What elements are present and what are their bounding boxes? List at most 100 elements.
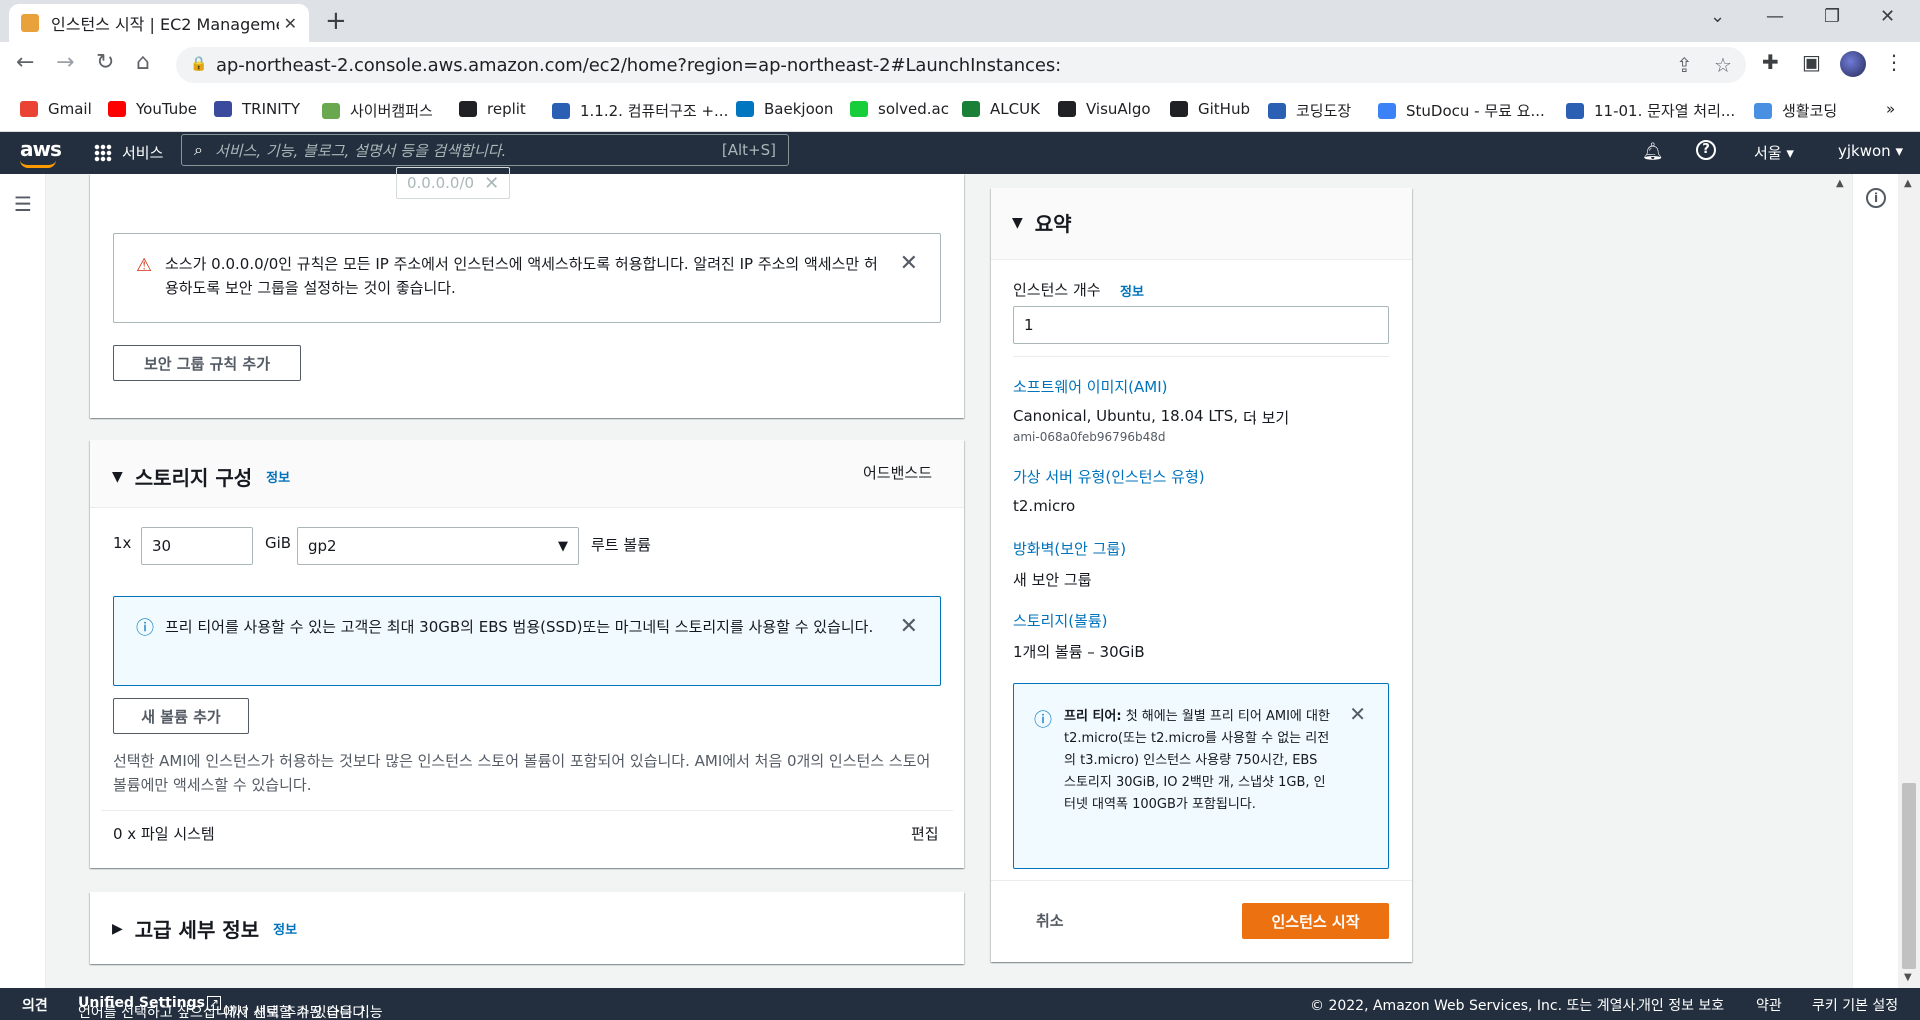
- forward-icon[interactable]: →: [56, 50, 74, 75]
- bookmark-item[interactable]: replit: [459, 100, 526, 118]
- privacy-link[interactable]: 개인 정보 보호: [1638, 995, 1724, 1015]
- notifications-bell-icon[interactable]: 🔔︎: [1642, 142, 1664, 162]
- storage-info-link[interactable]: 정보: [266, 467, 290, 486]
- share-icon[interactable]: ⇪: [1676, 53, 1693, 77]
- instance-count-info-link[interactable]: 정보: [1120, 281, 1144, 300]
- sidepanel-icon[interactable]: ▣: [1802, 50, 1821, 74]
- region-selector[interactable]: 서울 ▾: [1754, 142, 1794, 163]
- volume-type-select[interactable]: gp2 ▼: [297, 527, 579, 565]
- bookmark-item[interactable]: TRINITY: [214, 100, 300, 118]
- extensions-icon[interactable]: ✚: [1762, 50, 1779, 74]
- volume-size-input[interactable]: 30: [141, 527, 253, 565]
- reload-icon[interactable]: ↻: [96, 50, 114, 75]
- bookmark-item[interactable]: Gmail: [20, 100, 92, 118]
- close-tab-icon[interactable]: ✕: [284, 14, 297, 33]
- instance-count-label: 인스턴스 개수: [1013, 281, 1101, 299]
- campus-icon: [322, 102, 340, 119]
- services-menu-button[interactable]: 서비스: [94, 142, 163, 163]
- lifecoding-icon: [1754, 102, 1772, 119]
- profile-avatar[interactable]: [1840, 51, 1866, 77]
- gmail-icon: [20, 101, 38, 117]
- hamburger-menu-icon[interactable]: ☰: [14, 192, 32, 216]
- aws-logo[interactable]: aws: [20, 137, 62, 161]
- scroll-up-arrow-icon[interactable]: ▲: [1904, 178, 1912, 189]
- add-volume-button[interactable]: 새 볼륨 추가: [113, 698, 249, 734]
- instance-type-link[interactable]: 가상 서버 유형(인스턴스 유형): [1013, 466, 1205, 487]
- free-tier-body: 첫 해에는 월별 프리 티어 AMI에 대한 t2.micro(또는 t2.mi…: [1064, 709, 1330, 812]
- feedback-link[interactable]: 의견: [22, 995, 48, 1015]
- scroll-down-arrow-icon[interactable]: ▼: [1904, 972, 1912, 983]
- advanced-link[interactable]: 어드밴스드: [863, 462, 932, 483]
- storage-section-toggle[interactable]: ▼ 스토리지 구성 정보: [112, 462, 290, 491]
- storage-volume-link[interactable]: 스토리지(볼륨): [1013, 610, 1108, 631]
- ami-link[interactable]: 소프트웨어 이미지(AMI): [1013, 376, 1168, 397]
- bookmark-label: 코딩도장: [1296, 102, 1352, 120]
- window-close-icon[interactable]: ✕: [1880, 6, 1895, 27]
- search-icon: ⌕: [194, 140, 203, 159]
- add-security-rule-button[interactable]: 보안 그룹 규칙 추가: [113, 345, 301, 381]
- cookie-preferences-link[interactable]: 쿠키 기본 설정: [1812, 995, 1898, 1015]
- help-icon[interactable]: ?: [1696, 140, 1716, 160]
- lock-icon[interactable]: 🔒: [190, 56, 207, 72]
- bookmark-item[interactable]: 생활코딩: [1754, 100, 1837, 121]
- more-bookmarks-icon[interactable]: »: [1886, 100, 1895, 118]
- browser-tab-bar: 인스턴스 시작 | EC2 Management Console ✕ + ⌄ —…: [0, 0, 1920, 42]
- divider: [1013, 356, 1389, 357]
- back-icon[interactable]: ←: [16, 50, 34, 75]
- bookmark-item[interactable]: ALCUK: [962, 100, 1040, 118]
- instance-count-input[interactable]: 1: [1013, 306, 1389, 344]
- tab-search-chevron-icon[interactable]: ⌄: [1710, 6, 1725, 27]
- edit-filesystems-link[interactable]: 편집: [911, 823, 939, 844]
- dismiss-warning-icon[interactable]: ✕: [900, 252, 918, 276]
- browser-tab-active[interactable]: 인스턴스 시작 | EC2 Management Console ✕: [9, 4, 309, 42]
- aws-smile-logo: [20, 160, 56, 168]
- terms-link[interactable]: 약관: [1756, 995, 1782, 1015]
- remove-cidr-icon[interactable]: ✕: [484, 173, 499, 194]
- advanced-details-toggle[interactable]: ▶ 고급 세부 정보 정보: [112, 914, 297, 943]
- address-bar[interactable]: 🔒 ap-northeast-2.console.aws.amazon.com/…: [176, 47, 1746, 83]
- info-panel-icon[interactable]: i: [1866, 188, 1886, 208]
- advanced-details-info-link[interactable]: 정보: [273, 919, 297, 938]
- free-tier-bold: 프리 티어:: [1064, 709, 1122, 724]
- language-prompt-suffix: 에서 선택할 수 있습니다.: [223, 1005, 370, 1020]
- dismiss-free-tier-icon[interactable]: ✕: [1349, 702, 1366, 726]
- bookmark-item[interactable]: 사이버캠퍼스: [322, 100, 433, 121]
- bookmark-star-icon[interactable]: ☆: [1714, 53, 1732, 77]
- aws-search-input[interactable]: ⌕ 서비스, 기능, 블로그, 설명서 등을 검색합니다. [Alt+S]: [181, 134, 789, 166]
- dismiss-info-icon[interactable]: ✕: [900, 615, 918, 639]
- bookmark-item[interactable]: 1.1.2. 컴퓨터구조 +...: [552, 100, 728, 121]
- firewall-link[interactable]: 방화벽(보안 그룹): [1013, 538, 1126, 559]
- filesystems-label: 0 x 파일 시스템: [113, 825, 215, 843]
- bookmark-item[interactable]: YouTube: [108, 100, 197, 118]
- bookmark-item[interactable]: 11-01. 문자열 처리...: [1566, 100, 1735, 121]
- volume-unit: GiB: [265, 534, 292, 552]
- minimize-icon[interactable]: —: [1766, 6, 1784, 27]
- bookmark-item[interactable]: Baekjoon: [736, 100, 833, 118]
- launch-instance-button[interactable]: 인스턴스 시작: [1242, 903, 1389, 939]
- new-tab-icon[interactable]: +: [325, 6, 347, 36]
- copyright: © 2022, Amazon Web Services, Inc. 또는 계열사…: [1310, 998, 1640, 1014]
- bookmark-item[interactable]: GitHub: [1170, 100, 1250, 118]
- bookmark-item[interactable]: StuDocu - 무료 요...: [1378, 100, 1545, 121]
- scrollbar-thumb[interactable]: [1902, 783, 1916, 969]
- summary-toggle[interactable]: ▼ 요약: [1012, 208, 1072, 237]
- bookmark-item[interactable]: solved.ac: [850, 100, 949, 118]
- panel-scroll-up-arrow-icon[interactable]: ▲: [1836, 178, 1844, 189]
- restore-icon[interactable]: ❐: [1824, 6, 1840, 27]
- left-rail: [0, 174, 46, 988]
- user-menu[interactable]: yjkwon ▾: [1838, 142, 1903, 160]
- cidr-token: 0.0.0.0/0 ✕: [396, 167, 510, 199]
- replit-icon: [459, 101, 477, 117]
- browser-menu-icon[interactable]: ⋮: [1884, 50, 1904, 74]
- bookmarks-bar: Gmail YouTube TRINITY 사이버캠퍼스 replit 1.1.2. 컴퓨…: [0, 88, 1920, 132]
- ami-more-link[interactable]: 더 보기: [1243, 407, 1289, 428]
- dojang-icon: [1268, 102, 1286, 119]
- bookmark-item[interactable]: VisuAlgo: [1058, 100, 1151, 118]
- cancel-button[interactable]: 취소: [1036, 910, 1064, 931]
- home-icon[interactable]: ⌂: [136, 50, 150, 75]
- info-circle-icon: ⓘ: [136, 618, 154, 639]
- bookmark-item[interactable]: 코딩도장: [1268, 100, 1351, 121]
- github-icon: [1170, 101, 1188, 117]
- ami-value: Canonical, Ubuntu, 18.04 LTS, ...: [1013, 407, 1258, 425]
- bookmark-label: TRINITY: [242, 100, 300, 118]
